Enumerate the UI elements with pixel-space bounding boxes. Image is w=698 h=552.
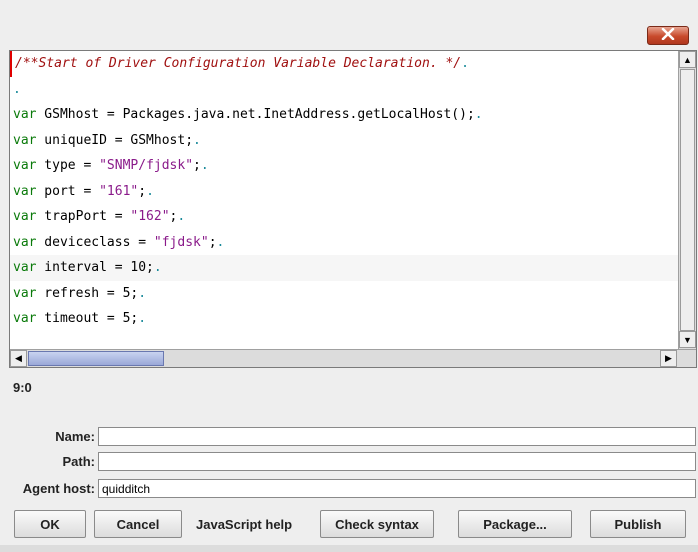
- publish-button[interactable]: Publish: [590, 510, 686, 538]
- keyword-token: var: [13, 107, 37, 122]
- line-end-marker: .: [474, 107, 483, 122]
- keyword-token: var: [13, 285, 37, 301]
- code-line: var refresh = 5;.: [10, 281, 678, 307]
- close-button[interactable]: [647, 26, 689, 45]
- comment-token: /**Start of Driver Configuration Variabl…: [15, 56, 462, 71]
- string-token: "162": [130, 209, 170, 224]
- ok-button[interactable]: OK: [14, 510, 86, 538]
- code-line: var trapPort = "162";.: [10, 204, 678, 230]
- keyword-token: var: [13, 209, 37, 224]
- name-label: Name:: [55, 429, 95, 444]
- code-line: .: [10, 77, 678, 103]
- title-bar: [0, 0, 698, 48]
- string-token: "fjdsk": [153, 234, 209, 250]
- agent-host-label: Agent host:: [22, 481, 95, 496]
- cancel-button[interactable]: Cancel: [94, 510, 182, 538]
- code-line: var GSMhost = Packages.java.net.InetAddr…: [10, 102, 678, 128]
- code-line: var uniqueID = GSMhost;.: [10, 128, 678, 154]
- arrow-up-icon: ▲: [683, 54, 692, 65]
- horizontal-scrollbar[interactable]: ◀ ▶: [10, 349, 696, 367]
- code-token: ;: [193, 158, 201, 173]
- code-line: var deviceclass = "fjdsk";.: [10, 230, 678, 256]
- keyword-token: var: [13, 158, 37, 173]
- script-editor: /**Start of Driver Configuration Variabl…: [9, 50, 697, 368]
- javascript-help-link[interactable]: JavaScript help: [196, 510, 292, 538]
- line-end-marker: .: [153, 260, 162, 275]
- arrow-left-icon: ◀: [15, 353, 22, 363]
- check-syntax-button[interactable]: Check syntax: [320, 510, 434, 538]
- cursor-position-status: 9:0: [13, 380, 32, 395]
- line-end-marker: .: [13, 81, 21, 97]
- code-token: ;: [208, 234, 217, 250]
- code-token: uniqueID = GSMhost;: [36, 132, 194, 148]
- agent-host-field[interactable]: [98, 479, 696, 498]
- scroll-up-button[interactable]: ▲: [679, 51, 696, 68]
- close-x-icon: [661, 27, 675, 45]
- keyword-token: var: [13, 311, 37, 326]
- keyword-token: var: [13, 132, 37, 148]
- name-field[interactable]: [98, 427, 696, 446]
- line-end-marker: .: [200, 158, 209, 173]
- line-end-marker: .: [193, 132, 201, 148]
- keyword-token: var: [13, 183, 37, 199]
- arrow-right-icon: ▶: [665, 353, 672, 363]
- code-line: var timeout = 5;.: [10, 306, 678, 332]
- vertical-scrollbar[interactable]: ▲ ▼: [678, 51, 696, 349]
- arrow-down-icon: ▼: [683, 334, 692, 345]
- line-end-marker: .: [146, 183, 154, 199]
- string-token: "SNMP/fjdsk": [99, 158, 194, 173]
- code-token: type =: [36, 158, 100, 173]
- scroll-down-button[interactable]: ▼: [679, 331, 696, 348]
- code-token: port =: [36, 183, 100, 199]
- package-button[interactable]: Package...: [458, 510, 572, 538]
- code-token: timeout = 5;: [36, 311, 139, 326]
- code-token: trapPort =: [36, 209, 131, 224]
- line-end-marker: .: [216, 234, 225, 250]
- code-token: ;: [138, 183, 147, 199]
- keyword-token: var: [13, 260, 37, 275]
- driver-config-dialog: /**Start of Driver Configuration Variabl…: [0, 0, 698, 552]
- line-end-marker: .: [138, 311, 147, 326]
- keyword-token: var: [13, 234, 37, 250]
- code-line: var type = "SNMP/fjdsk";.: [10, 153, 678, 179]
- code-token: deviceclass =: [36, 234, 154, 250]
- path-label: Path:: [62, 454, 96, 469]
- bottom-edge: [0, 545, 698, 552]
- horizontal-scroll-thumb[interactable]: [28, 351, 164, 366]
- line-end-marker: .: [138, 285, 147, 301]
- code-line: /**Start of Driver Configuration Variabl…: [10, 51, 678, 77]
- scroll-right-button[interactable]: ▶: [660, 350, 677, 367]
- scroll-left-button[interactable]: ◀: [10, 350, 27, 367]
- code-line: var interval = 10;.: [10, 255, 678, 281]
- code-line: var port = "161";.: [10, 179, 678, 205]
- vertical-scroll-thumb[interactable]: [680, 69, 695, 331]
- string-token: "161": [99, 183, 139, 199]
- code-token: refresh = 5;: [36, 285, 139, 301]
- line-end-marker: .: [177, 209, 186, 224]
- code-token: GSMhost = Packages.java.net.InetAddress.…: [36, 107, 475, 122]
- code-token: interval = 10;: [36, 260, 154, 275]
- path-field[interactable]: [98, 452, 696, 471]
- line-end-marker: .: [461, 56, 469, 71]
- code-text-area[interactable]: /**Start of Driver Configuration Variabl…: [10, 51, 678, 349]
